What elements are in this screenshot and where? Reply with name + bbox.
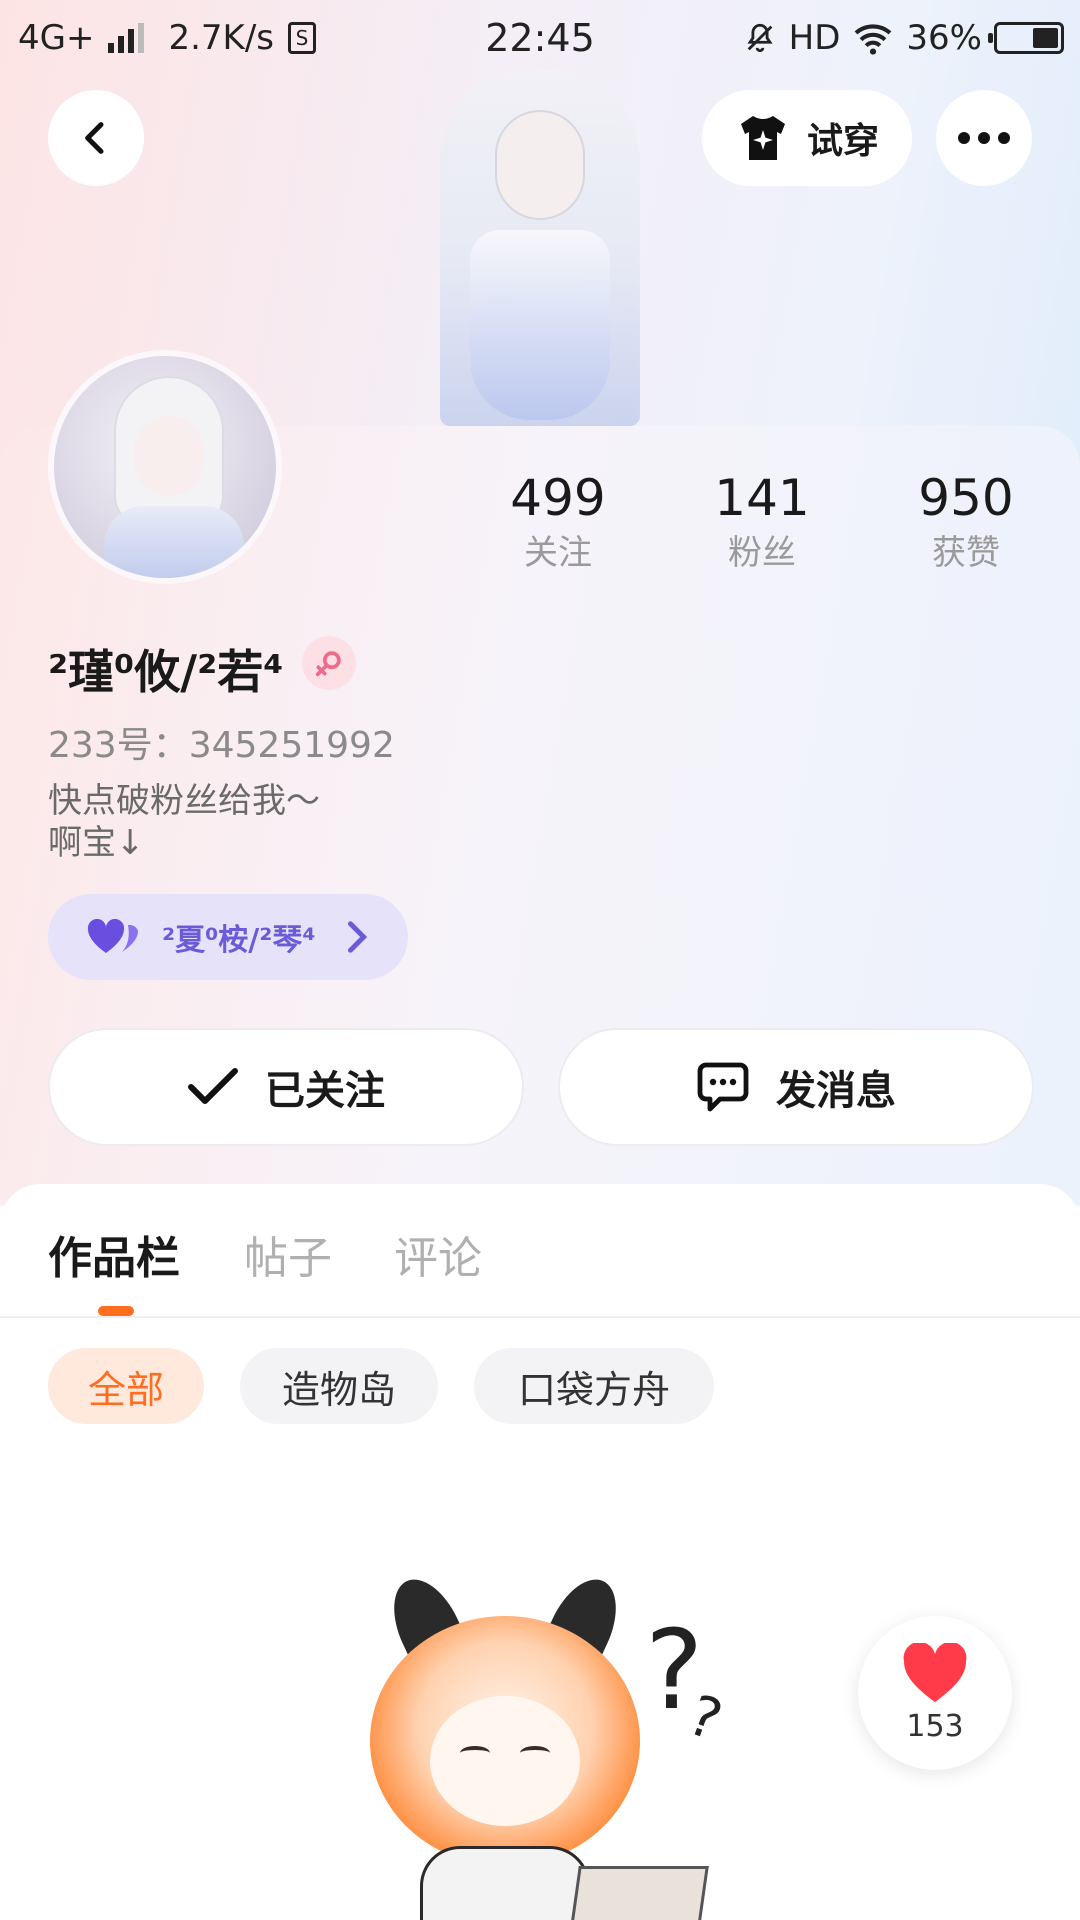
- stat-likes[interactable]: 950 获赞: [886, 466, 1046, 576]
- like-count: 153: [906, 1708, 964, 1744]
- stat-following-value: 499: [510, 469, 606, 527]
- filter-all[interactable]: 全部: [48, 1348, 204, 1424]
- more-button[interactable]: [936, 90, 1032, 186]
- like-button[interactable]: 153: [858, 1616, 1012, 1770]
- mute-bell-icon: [747, 23, 773, 53]
- battery-percent: 36%: [906, 18, 982, 58]
- tab-works[interactable]: 作品栏: [48, 1222, 180, 1286]
- network-speed: 2.7K/s: [168, 18, 275, 58]
- signal-icon: [108, 23, 145, 53]
- network-type: 4G+: [18, 18, 95, 58]
- chat-bubble-icon: [697, 1062, 749, 1112]
- stat-following-label: 关注: [524, 533, 592, 573]
- battery-icon: [988, 22, 1064, 54]
- stat-followers[interactable]: 141 粉丝: [682, 466, 842, 576]
- stat-following[interactable]: 499 关注: [478, 466, 638, 576]
- female-icon: [315, 651, 341, 677]
- wifi-icon: [855, 24, 892, 55]
- username: ²瑾⁰攸/²若⁴: [48, 645, 284, 699]
- chevron-right-icon: [347, 921, 368, 953]
- avatar[interactable]: [48, 350, 282, 584]
- try-on-label: 试穿: [806, 121, 879, 162]
- status-right: HD 36%: [743, 18, 1064, 58]
- double-heart-icon: [88, 919, 138, 953]
- followed-button[interactable]: 已关注: [48, 1028, 524, 1146]
- stat-likes-label: 获赞: [932, 533, 1000, 573]
- more-icon: [958, 132, 1010, 144]
- filter-pocket-ark[interactable]: 口袋方舟: [474, 1348, 714, 1424]
- back-icon: [85, 122, 104, 154]
- stat-likes-value: 950: [918, 469, 1014, 527]
- sim-icon: S: [288, 22, 317, 54]
- hd-label: HD: [788, 18, 841, 58]
- status-left: 4G+ 2.7K/s S: [18, 18, 317, 58]
- message-button[interactable]: 发消息: [558, 1028, 1034, 1146]
- heart-icon: [903, 1642, 967, 1702]
- try-on-button[interactable]: 试穿: [702, 90, 912, 186]
- shirt-sparkle-icon: [740, 116, 785, 160]
- followed-label: 已关注: [265, 1068, 385, 1114]
- tab-posts[interactable]: 帖子: [244, 1222, 332, 1286]
- tab-indicator: [98, 1306, 134, 1316]
- user-id: 233号：345251992: [48, 725, 395, 766]
- filter-creation-island[interactable]: 造物岛: [240, 1348, 438, 1424]
- bio: 快点破粉丝给我～ 啊宝↓: [48, 781, 320, 863]
- empty-state-mascot: ? ?: [360, 1556, 760, 1920]
- back-button[interactable]: [48, 90, 144, 186]
- check-icon: [188, 1068, 238, 1104]
- relation-pill[interactable]: ²夏⁰桉/²琴⁴: [48, 894, 408, 980]
- tab-comments[interactable]: 评论: [394, 1222, 482, 1286]
- tab-divider: [0, 1316, 1080, 1318]
- cover-character-image: [440, 70, 640, 426]
- status-bar: 4G+ 2.7K/s S 22:45 HD 36%: [0, 0, 1080, 76]
- stat-followers-value: 141: [714, 469, 810, 527]
- stat-followers-label: 粉丝: [728, 533, 796, 573]
- gender-badge: [302, 636, 356, 690]
- message-label: 发消息: [776, 1068, 896, 1114]
- relation-name: ²夏⁰桉/²琴⁴: [162, 923, 316, 958]
